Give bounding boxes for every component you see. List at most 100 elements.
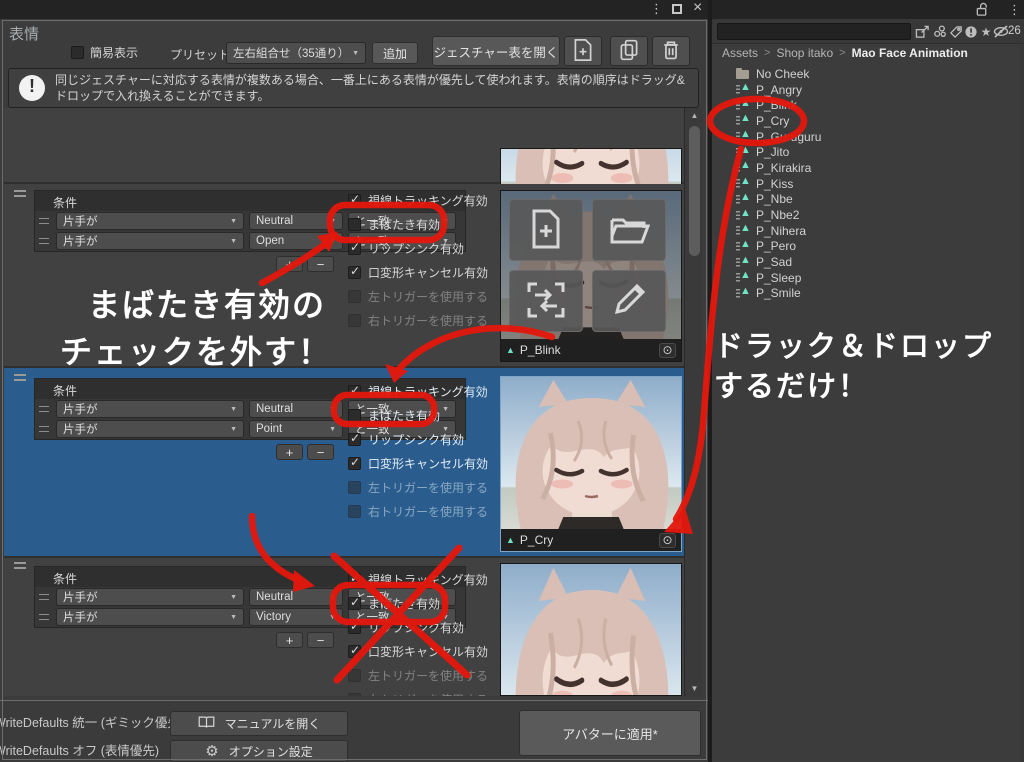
checkbox-box[interactable] — [348, 385, 361, 398]
row-drag-handle[interactable] — [12, 190, 28, 198]
lip-sync-checkbox[interactable]: リップシンク有効 — [348, 431, 464, 448]
list-item[interactable]: P_Nbe2 — [736, 207, 1016, 223]
create-animation-button[interactable] — [509, 199, 583, 261]
breadcrumb-shop-itako[interactable]: Shop itako — [776, 46, 833, 60]
write-defaults-off-label[interactable]: WriteDefaults オフ (表情優先) — [0, 737, 184, 762]
checkbox-box[interactable] — [348, 266, 361, 279]
blink-checkbox[interactable]: まばたき有効 — [348, 216, 440, 233]
write-defaults-unify-label[interactable]: WriteDefaults 統一 (ギミック優先) — [0, 709, 184, 737]
gesture-dropdown[interactable]: Point — [249, 420, 343, 438]
expression-row-p-cry[interactable]: 条件 片手が Neutral と一致 片手が Point と一致 — [4, 368, 684, 556]
gesture-dropdown[interactable]: Open — [249, 232, 343, 250]
condition-drag-handle[interactable] — [39, 218, 49, 224]
add-condition-button[interactable]: + — [276, 632, 303, 648]
write-defaults-options[interactable]: WriteDefaults 統一 (ギミック優先) WriteDefaults … — [0, 709, 184, 762]
hand-dropdown[interactable]: 片手が — [56, 232, 244, 250]
remove-condition-button[interactable]: − — [307, 256, 334, 272]
scroll-down-arrow[interactable]: ▼ — [685, 684, 704, 693]
open-new-window-icon[interactable] — [914, 24, 930, 39]
eye-tracking-checkbox[interactable]: 視線トラッキング有効 — [348, 571, 488, 588]
new-expression-button[interactable] — [564, 36, 602, 66]
list-item[interactable]: P_Sleep — [736, 270, 1016, 286]
vertical-scrollbar[interactable]: ▲ ▼ — [684, 108, 703, 696]
add-condition-button[interactable]: + — [276, 444, 303, 460]
checkbox-box[interactable] — [348, 218, 361, 231]
lip-sync-checkbox[interactable]: リップシンク有効 — [348, 619, 464, 636]
hand-dropdown[interactable]: 片手が — [56, 212, 244, 230]
gesture-dropdown[interactable]: Victory — [249, 608, 343, 626]
list-item[interactable]: P_Cry — [736, 113, 1016, 129]
list-item[interactable]: P_Blink — [736, 97, 1016, 113]
search-by-label-icon[interactable] — [948, 24, 964, 39]
object-picker-icon[interactable]: ⊙ — [659, 343, 676, 358]
gesture-dropdown[interactable]: Neutral — [249, 400, 343, 418]
right-trigger-checkbox[interactable]: 右トリガーを使用する — [348, 312, 488, 329]
condition-drag-handle[interactable] — [39, 406, 49, 412]
preset-dropdown[interactable]: 左右組合せ（35通り） — [226, 42, 366, 64]
list-item[interactable]: P_Smile — [736, 286, 1016, 302]
checkbox-box[interactable] — [348, 645, 361, 658]
delete-button[interactable] — [652, 36, 690, 66]
maximize-icon[interactable] — [672, 4, 682, 14]
close-icon[interactable]: × — [693, 0, 702, 17]
window-menu-icon[interactable]: ⋮ — [650, 1, 663, 17]
add-condition-button[interactable]: + — [276, 256, 303, 272]
alert-icon[interactable] — [963, 24, 979, 39]
open-gesture-table-button[interactable]: ジェスチャー表を開く — [432, 36, 560, 66]
lip-sync-checkbox[interactable]: リップシンク有効 — [348, 240, 464, 257]
blink-checkbox[interactable]: まばたき有効 — [348, 407, 440, 424]
preview-p-blink[interactable]: ▲ P_Blink ⊙ — [500, 190, 682, 362]
simple-view-box[interactable] — [71, 46, 84, 59]
expression-row-p-blink[interactable]: 条件 片手が Neutral と一致 片手が Open と一致 — [4, 184, 684, 366]
right-trigger-checkbox[interactable]: 右トリガーを使用する — [348, 503, 488, 520]
apply-to-avatar-button[interactable]: アバターに適用* — [519, 710, 701, 756]
condition-drag-handle[interactable] — [39, 614, 49, 620]
hand-dropdown[interactable]: 片手が — [56, 420, 244, 438]
checkbox-box[interactable] — [348, 314, 361, 327]
checkbox-box[interactable] — [348, 693, 361, 696]
open-animation-button[interactable] — [592, 199, 666, 261]
expression-row-p-angry[interactable]: 右トリガーを使用する ▲ P_Angry ⊙ — [4, 108, 684, 182]
breadcrumb-current-folder[interactable]: Mao Face Animation — [852, 46, 968, 60]
list-item[interactable]: P_Sad — [736, 254, 1016, 270]
eye-tracking-checkbox[interactable]: 視線トラッキング有効 — [348, 192, 488, 209]
project-menu-icon[interactable]: ⋮ — [1008, 2, 1021, 18]
checkbox-box[interactable] — [348, 481, 361, 494]
expression-row-victory[interactable]: 条件 片手が Neutral と一致 片手が Victory と一致 — [4, 558, 684, 696]
left-trigger-checkbox[interactable]: 左トリガーを使用する — [348, 667, 488, 684]
list-item[interactable]: P_Jito — [736, 144, 1016, 160]
list-item[interactable]: P_Angry — [736, 82, 1016, 98]
list-item[interactable]: P_Pero — [736, 239, 1016, 255]
gesture-dropdown[interactable]: Neutral — [249, 212, 343, 230]
checkbox-box[interactable] — [348, 597, 361, 610]
hand-dropdown[interactable]: 片手が — [56, 608, 244, 626]
checkbox-box[interactable] — [348, 290, 361, 303]
favorites-star-icon[interactable]: ★ — [978, 24, 994, 39]
mouth-cancel-checkbox[interactable]: 口変形キャンセル有効 — [348, 455, 488, 472]
mouth-cancel-checkbox[interactable]: 口変形キャンセル有効 — [348, 264, 488, 281]
breadcrumb-assets[interactable]: Assets — [722, 46, 758, 60]
search-input[interactable] — [717, 23, 911, 40]
left-trigger-checkbox[interactable]: 左トリガーを使用する — [348, 479, 488, 496]
option-settings-button[interactable]: ⚙ オプション設定 — [170, 740, 348, 762]
search-by-type-icon[interactable] — [932, 24, 948, 39]
checkbox-box[interactable] — [348, 669, 361, 682]
list-item[interactable]: P_Nihera — [736, 223, 1016, 239]
hidden-eye-icon[interactable] — [993, 24, 1009, 39]
simple-view-checkbox[interactable]: 簡易表示 — [71, 44, 138, 61]
preview-partial[interactable] — [500, 563, 682, 696]
checkbox-box[interactable] — [348, 409, 361, 422]
left-trigger-checkbox[interactable]: 左トリガーを使用する — [348, 288, 488, 305]
checkbox-box[interactable] — [348, 457, 361, 470]
edit-animation-button[interactable] — [592, 270, 666, 332]
list-item[interactable]: P_Kirakira — [736, 160, 1016, 176]
open-manual-button[interactable]: マニュアルを開く — [170, 711, 348, 736]
row-drag-handle[interactable] — [12, 562, 28, 570]
mouth-cancel-checkbox[interactable]: 口変形キャンセル有効 — [348, 643, 488, 660]
list-item[interactable]: P_Guruguru — [736, 129, 1016, 145]
add-preset-button[interactable]: 追加 — [372, 42, 418, 64]
unlock-icon[interactable] — [974, 2, 990, 17]
object-picker-icon[interactable]: ⊙ — [659, 533, 676, 548]
remove-condition-button[interactable]: − — [307, 444, 334, 460]
checkbox-box[interactable] — [348, 194, 361, 207]
